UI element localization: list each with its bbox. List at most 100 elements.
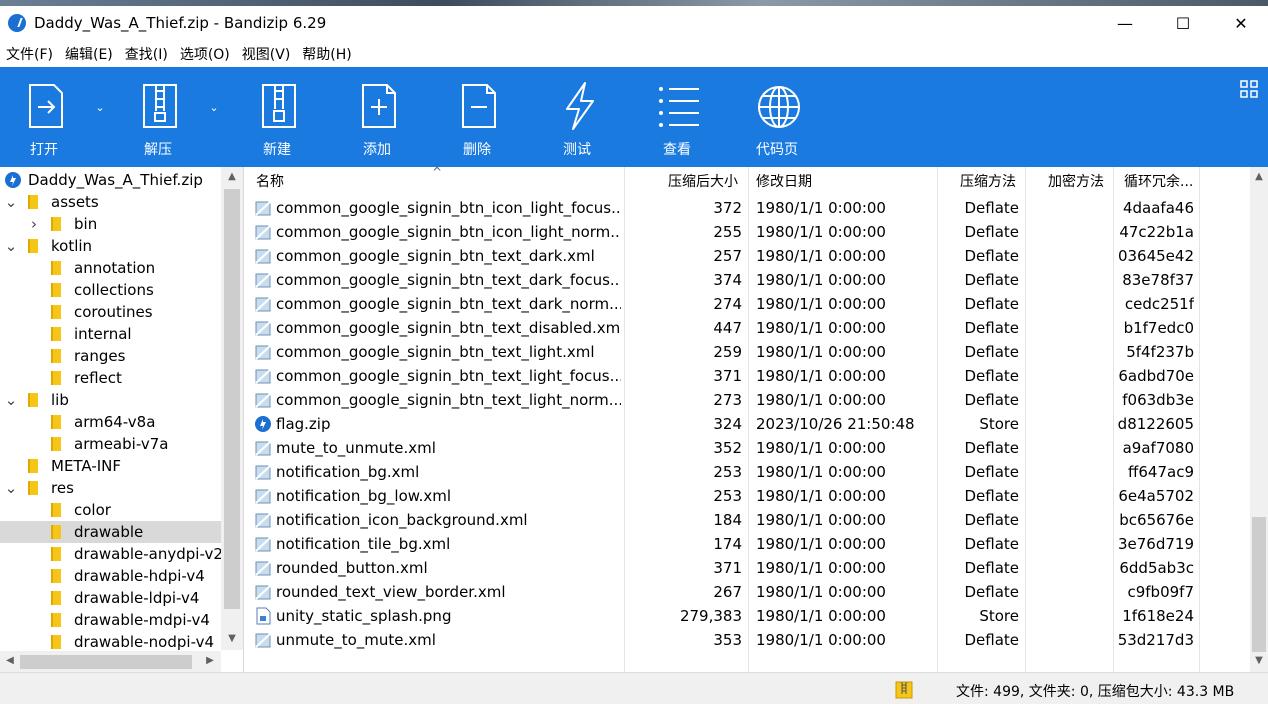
- minimize-button[interactable]: —: [1096, 6, 1154, 40]
- menu-file[interactable]: 文件(F): [0, 44, 59, 64]
- add-button[interactable]: 添加: [337, 67, 417, 167]
- tree-item[interactable]: coroutines: [0, 301, 221, 323]
- tree-item[interactable]: drawable-mdpi-v4: [0, 609, 221, 631]
- file-row[interactable]: notification_bg_low.xml 253 1980/1/1 0:00:…: [248, 484, 1250, 508]
- tree-item-label: drawable-anydpi-v2: [74, 545, 223, 563]
- list-scroll-up-arrow-icon[interactable]: ▲: [1251, 171, 1267, 182]
- menu-find[interactable]: 查找(I): [119, 44, 174, 64]
- extract-dropdown-chevron-icon[interactable]: ⌄: [206, 101, 222, 114]
- file-row[interactable]: common_google_signin_btn_text_dark_focus…: [248, 268, 1250, 292]
- file-method: Store: [979, 607, 1019, 625]
- folder-icon: [51, 349, 61, 363]
- layout-grid-icon[interactable]: [1240, 80, 1258, 98]
- column-method-header[interactable]: 压缩方法: [960, 167, 1016, 197]
- file-crc: ff647ac9: [1128, 463, 1194, 481]
- tree-horizontal-scroll-thumb[interactable]: [20, 655, 192, 669]
- tree-item[interactable]: color: [0, 499, 221, 521]
- test-button[interactable]: 测试: [537, 67, 617, 167]
- delete-button[interactable]: 删除: [437, 67, 517, 167]
- tree-item[interactable]: ⌄ lib: [0, 389, 221, 411]
- column-name-header[interactable]: 名称: [256, 167, 284, 197]
- tree-item[interactable]: META-INF: [0, 455, 221, 477]
- tree-scroll-right-arrow-icon[interactable]: ▶: [202, 655, 218, 666]
- folder-tree[interactable]: Daddy_Was_A_Thief.zip ⌄ assets › bin ⌄ kotlin…: [0, 167, 244, 672]
- tree-item[interactable]: reflect: [0, 367, 221, 389]
- maximize-button[interactable]: ☐: [1154, 6, 1212, 40]
- file-row[interactable]: notification_tile_bg.xml 174 1980/1/1 0:00…: [248, 532, 1250, 556]
- tree-item[interactable]: drawable-hdpi-v4: [0, 565, 221, 587]
- collapse-chevron-icon[interactable]: ›: [27, 213, 41, 235]
- file-row[interactable]: mute_to_unmute.xml 352 1980/1/1 0:00:00 Def…: [248, 436, 1250, 460]
- file-size: 447: [713, 319, 742, 337]
- column-encryption-header[interactable]: 加密方法: [1048, 167, 1104, 197]
- file-row[interactable]: common_google_signin_btn_icon_light_focu…: [248, 196, 1250, 220]
- xml-file-icon: [255, 465, 271, 480]
- open-button[interactable]: 打开: [4, 67, 84, 167]
- tree-scroll-down-arrow-icon[interactable]: ▼: [224, 633, 240, 644]
- expand-chevron-icon[interactable]: ⌄: [4, 389, 18, 411]
- tree-item[interactable]: ranges: [0, 345, 221, 367]
- xml-file-icon: [255, 537, 271, 552]
- open-dropdown-chevron-icon[interactable]: ⌄: [92, 101, 108, 114]
- tree-item[interactable]: annotation: [0, 257, 221, 279]
- tree-root[interactable]: Daddy_Was_A_Thief.zip: [0, 169, 221, 191]
- folder-icon: [51, 283, 61, 297]
- tree-item[interactable]: arm64-v8a: [0, 411, 221, 433]
- close-button[interactable]: ✕: [1212, 6, 1268, 40]
- file-row[interactable]: notification_icon_background.xml 184 1980/…: [248, 508, 1250, 532]
- file-row[interactable]: common_google_signin_btn_text_light_focu…: [248, 364, 1250, 388]
- menu-edit[interactable]: 编辑(E): [59, 44, 119, 64]
- tree-item-label: arm64-v8a: [74, 413, 156, 431]
- file-row[interactable]: common_google_signin_btn_text_light_norm…: [248, 388, 1250, 412]
- file-row[interactable]: rounded_text_view_border.xml 267 1980/1/1 …: [248, 580, 1250, 604]
- tree-item[interactable]: drawable: [0, 521, 221, 543]
- tree-item[interactable]: › bin: [0, 213, 221, 235]
- file-list[interactable]: 名称 ^ 压缩后大小 修改日期 压缩方法 加密方法 循环冗余... common…: [248, 167, 1250, 672]
- file-name: mute_to_unmute.xml: [276, 439, 436, 457]
- tree-item[interactable]: drawable-ldpi-v4: [0, 587, 221, 609]
- tree-scroll-left-arrow-icon[interactable]: ◀: [2, 655, 18, 666]
- tree-item[interactable]: drawable-nodpi-v4: [0, 631, 221, 653]
- archive-status-icon: [895, 681, 913, 699]
- list-scroll-down-arrow-icon[interactable]: ▼: [1251, 655, 1267, 666]
- expand-chevron-icon[interactable]: ⌄: [4, 477, 18, 499]
- new-button[interactable]: 新建: [237, 67, 317, 167]
- tree-item[interactable]: drawable-anydpi-v2: [0, 543, 223, 565]
- folder-icon: [51, 547, 61, 561]
- tree-item[interactable]: internal: [0, 323, 221, 345]
- file-row[interactable]: common_google_signin_btn_icon_light_norm…: [248, 220, 1250, 244]
- list-vertical-scroll-thumb[interactable]: [1252, 517, 1266, 652]
- expand-chevron-icon[interactable]: ⌄: [4, 235, 18, 257]
- codepage-button[interactable]: 代码页: [737, 67, 817, 167]
- tree-vertical-scroll-thumb[interactable]: [224, 189, 240, 609]
- tree-item[interactable]: collections: [0, 279, 221, 301]
- tree-item[interactable]: ⌄ res: [0, 477, 221, 499]
- file-date: 1980/1/1 0:00:00: [756, 631, 886, 649]
- menu-options[interactable]: 选项(O): [174, 44, 236, 64]
- column-crc-header[interactable]: 循环冗余...: [1124, 167, 1193, 197]
- extract-button[interactable]: 解压: [118, 67, 198, 167]
- menu-view[interactable]: 视图(V): [236, 44, 297, 64]
- file-row[interactable]: notification_bg.xml 253 1980/1/1 0:00:00 De…: [248, 460, 1250, 484]
- tree-item[interactable]: ⌄ kotlin: [0, 235, 221, 257]
- file-row[interactable]: common_google_signin_btn_text_light.xml 2…: [248, 340, 1250, 364]
- column-size-header[interactable]: 压缩后大小: [668, 167, 738, 197]
- tree-item[interactable]: ⌄ assets: [0, 191, 221, 213]
- file-row[interactable]: common_google_signin_btn_text_dark_norm.…: [248, 292, 1250, 316]
- file-row[interactable]: unity_static_splash.png 279,383 1980/1/1 0…: [248, 604, 1250, 628]
- file-crc: 6e4a5702: [1118, 487, 1194, 505]
- file-row[interactable]: common_google_signin_btn_text_disabled.x…: [248, 316, 1250, 340]
- view-button[interactable]: 查看: [637, 67, 717, 167]
- file-row[interactable]: flag.zip 324 2023/10/26 21:50:48 Store d8122…: [248, 412, 1250, 436]
- file-row[interactable]: unmute_to_mute.xml 353 1980/1/1 0:00:00 Def…: [248, 628, 1250, 652]
- file-method: Deflate: [964, 271, 1019, 289]
- file-size: 374: [713, 271, 742, 289]
- test-label: 测试: [563, 142, 591, 158]
- menu-help[interactable]: 帮助(H): [296, 44, 357, 64]
- expand-chevron-icon[interactable]: ⌄: [4, 191, 18, 213]
- file-row[interactable]: rounded_button.xml 371 1980/1/1 0:00:00 Def…: [248, 556, 1250, 580]
- file-row[interactable]: common_google_signin_btn_text_dark.xml 25…: [248, 244, 1250, 268]
- tree-item[interactable]: armeabi-v7a: [0, 433, 221, 455]
- tree-scroll-up-arrow-icon[interactable]: ▲: [224, 171, 240, 182]
- column-date-header[interactable]: 修改日期: [756, 167, 812, 197]
